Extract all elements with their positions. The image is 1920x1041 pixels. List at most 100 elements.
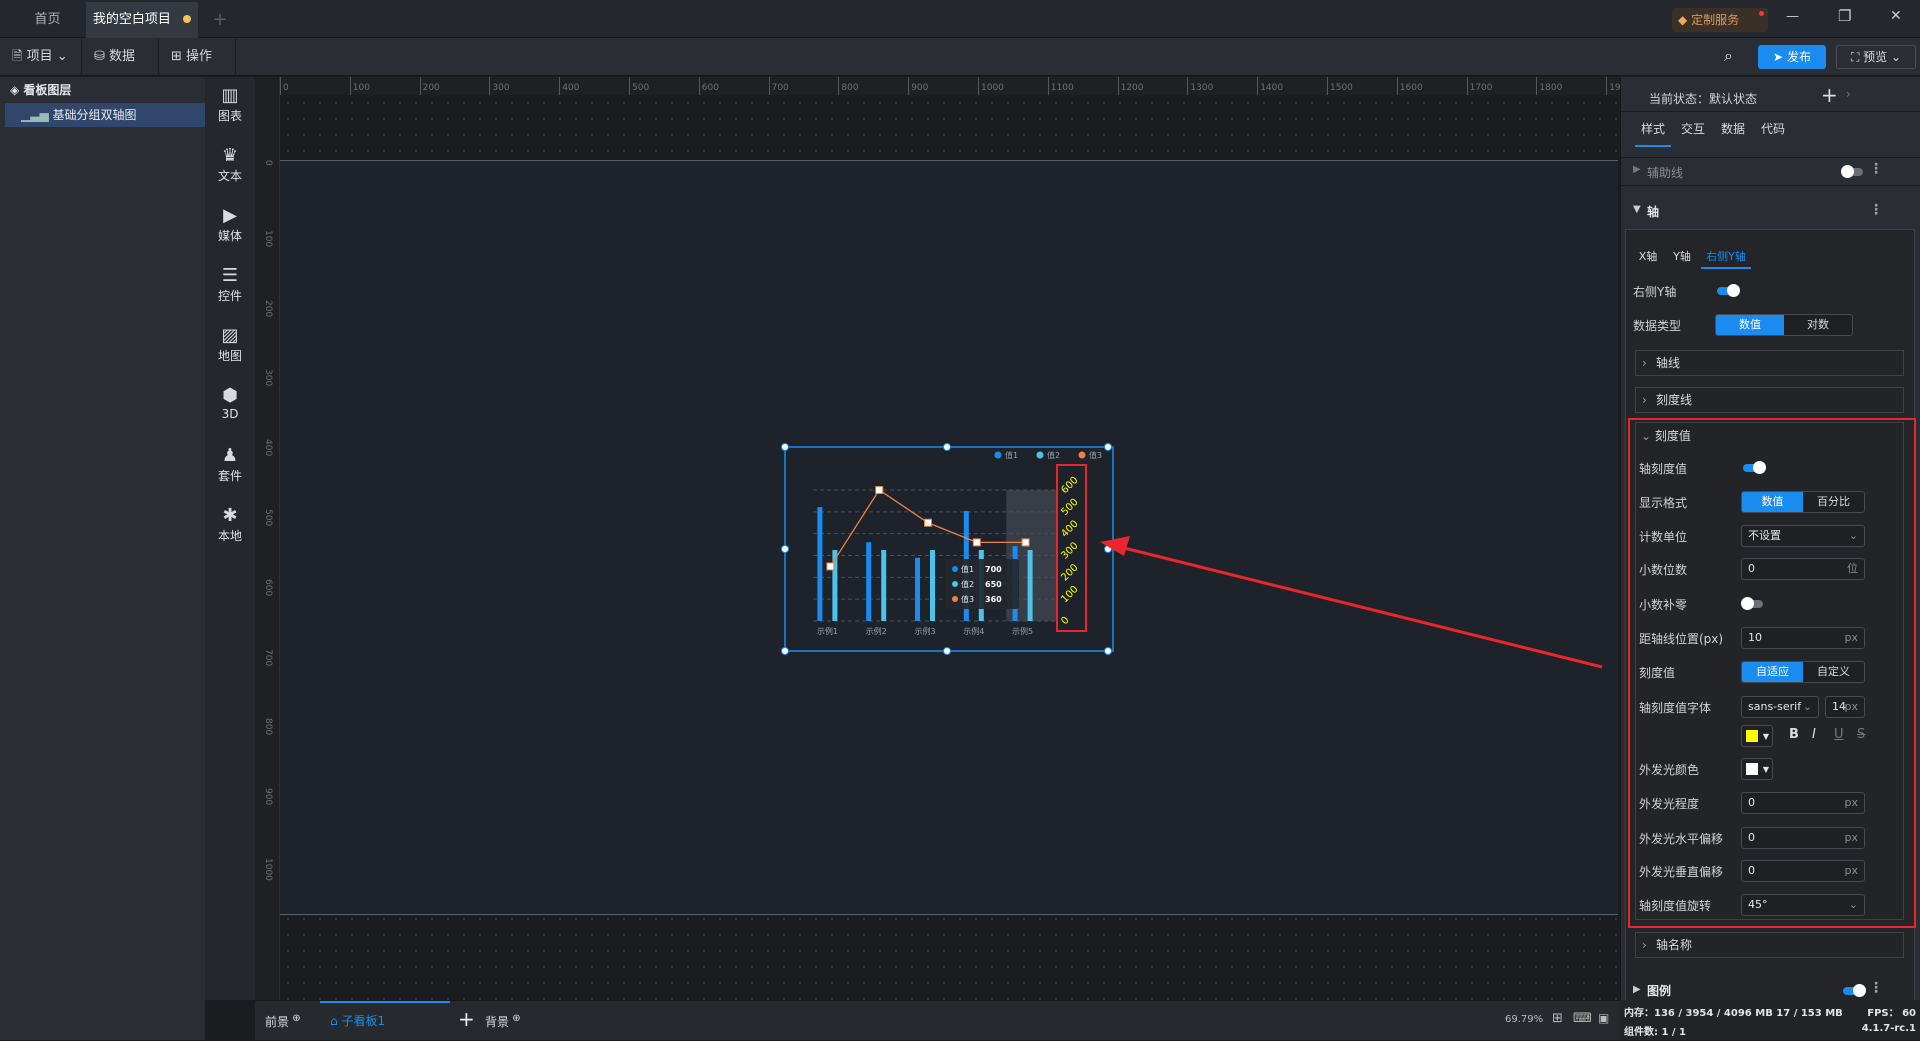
- tool-chart[interactable]: ▥ 图表: [205, 85, 255, 124]
- bar-value1[interactable]: [866, 542, 872, 621]
- tool-suite[interactable]: ♟ 套件: [205, 445, 255, 484]
- rotate-select[interactable]: 45° ⌄: [1741, 894, 1865, 916]
- chevron-right-icon[interactable]: ›: [1846, 87, 1851, 101]
- format-segment[interactable]: 数值 百分比: [1741, 491, 1865, 513]
- pad_zero-toggle[interactable]: [1741, 597, 1763, 610]
- resize-handle[interactable]: [1104, 443, 1112, 451]
- bar-value1[interactable]: [915, 557, 920, 621]
- legend-label[interactable]: 值3: [1089, 450, 1102, 460]
- panel-tab[interactable]: 交互: [1675, 115, 1711, 147]
- bold-button[interactable]: B: [1789, 727, 1799, 742]
- panel-tab[interactable]: 代码: [1755, 115, 1791, 147]
- legend-label[interactable]: 值1: [1005, 450, 1018, 460]
- guides-section[interactable]: ▶ 辅助线 ⋮: [1621, 157, 1920, 186]
- restore-button[interactable]: ❐: [1838, 7, 1851, 25]
- bar-value2[interactable]: [881, 550, 887, 621]
- line-point[interactable]: [875, 486, 884, 494]
- foreground-tab[interactable]: 前景 ⊕: [265, 1013, 301, 1030]
- axis-tab[interactable]: 右侧Y轴: [1701, 247, 1751, 269]
- data-type-segment[interactable]: 数值 对数: [1715, 314, 1853, 336]
- background-tab[interactable]: 背景 ⊕: [485, 1013, 521, 1030]
- legend-section[interactable]: ▶ 图例 ⋮: [1621, 977, 1920, 1000]
- glow_color-picker[interactable]: ▼: [1741, 758, 1773, 780]
- resize-handle[interactable]: [781, 647, 789, 655]
- tab-project[interactable]: 我的空白项目: [86, 2, 198, 38]
- panel-tab[interactable]: 数据: [1715, 115, 1751, 147]
- project-menu[interactable]: 🗎 项目 ⌄: [0, 38, 82, 76]
- bar-value2[interactable]: [832, 550, 838, 621]
- axis-section-header[interactable]: ▼ 轴 ⋮: [1621, 197, 1920, 227]
- line-point[interactable]: [826, 562, 835, 571]
- axis-line-section[interactable]: › 轴线: [1635, 350, 1904, 376]
- tool-map[interactable]: ▨ 地图: [205, 325, 255, 364]
- close-button[interactable]: ✕: [1890, 8, 1902, 24]
- font-size-input[interactable]: 14 px: [1825, 696, 1865, 718]
- resize-handle[interactable]: [943, 443, 951, 451]
- dual-axis-chart[interactable]: 0 100200300400500600 示例1 示例2 示例3 示例4 示例5 值1 值2 值3…: [780, 440, 1120, 660]
- tab-home[interactable]: 首页: [10, 2, 85, 38]
- offset-input[interactable]: 10 px: [1741, 627, 1865, 649]
- legend-toggle[interactable]: [1843, 984, 1866, 997]
- font-color-picker[interactable]: ▼: [1741, 725, 1773, 747]
- resize-handle[interactable]: [943, 647, 951, 655]
- line-point[interactable]: [924, 518, 932, 527]
- horizontal-ruler[interactable]: 0 100 200 300 400 500 600 700 800 900 1000 1100 1200…: [280, 77, 1632, 95]
- resize-handle[interactable]: [781, 443, 789, 451]
- publish-button[interactable]: ➤ 发布: [1758, 45, 1826, 69]
- line-point[interactable]: [972, 538, 981, 547]
- bar-value2[interactable]: [1027, 550, 1033, 621]
- tool-puzzle[interactable]: ✱ 本地: [205, 505, 255, 544]
- resize-handle[interactable]: [1104, 545, 1112, 553]
- unit-select[interactable]: 不设置 ⌄: [1741, 525, 1865, 547]
- legend-label[interactable]: 值2: [1047, 450, 1060, 460]
- zoom-level[interactable]: 69.79%: [1505, 1014, 1543, 1025]
- axis-tab[interactable]: Y轴: [1667, 247, 1697, 269]
- data-menu[interactable]: ⛁ 数据 ⌄: [82, 38, 159, 102]
- right-y-toggle[interactable]: [1717, 284, 1740, 297]
- panel-tab[interactable]: 样式: [1635, 115, 1671, 147]
- operate-menu[interactable]: ⊞ 操作 ⌄: [159, 38, 236, 102]
- data-type-value[interactable]: 数值: [1716, 315, 1784, 335]
- axis-name-section[interactable]: › 轴名称: [1635, 932, 1904, 958]
- vertical-ruler[interactable]: 0 100 200 300 400 500 600 700 800 900 1000: [255, 77, 280, 1000]
- add-circle-icon[interactable]: ⊕: [289, 1013, 300, 1024]
- more-icon[interactable]: ⋮: [1869, 980, 1883, 996]
- italic-button[interactable]: I: [1812, 727, 1816, 742]
- bar-value2[interactable]: [930, 550, 935, 621]
- data-type-log[interactable]: 对数: [1784, 315, 1852, 335]
- more-icon[interactable]: ⋮: [1869, 161, 1883, 177]
- resize-handle[interactable]: [1104, 647, 1112, 655]
- decimals-input[interactable]: 0位: [1741, 558, 1865, 580]
- add-board-button[interactable]: +: [458, 1007, 475, 1031]
- preview-button[interactable]: ⛶ 预览 ⌄: [1836, 45, 1916, 69]
- add-circle-icon[interactable]: ⊕: [509, 1013, 520, 1024]
- mode-option[interactable]: 自定义: [1803, 662, 1864, 682]
- add-state-button[interactable]: +: [1821, 83, 1838, 107]
- guides-toggle[interactable]: [1841, 165, 1863, 178]
- tool-cube[interactable]: ⬢ 3D: [205, 385, 255, 421]
- search-icon[interactable]: ⌕: [1724, 46, 1733, 66]
- glow_y-input[interactable]: 0 px: [1741, 860, 1865, 882]
- layer-item[interactable]: ▁▃▅ 基础分组双轴图: [5, 103, 205, 127]
- bar-value1[interactable]: [817, 507, 823, 621]
- terminal-icon[interactable]: ▣: [1598, 1011, 1609, 1025]
- keyboard-icon[interactable]: ⌨: [1573, 1011, 1592, 1026]
- resize-handle[interactable]: [781, 545, 789, 553]
- tool-text[interactable]: ♛ 文本: [205, 145, 255, 184]
- tool-widget[interactable]: ☰ 控件: [205, 265, 255, 304]
- underline-button[interactable]: U: [1834, 727, 1844, 742]
- format-option[interactable]: 百分比: [1803, 492, 1864, 512]
- glow_x-input[interactable]: 0 px: [1741, 827, 1865, 849]
- subboard-tab[interactable]: ⌂ 子看板1: [320, 1001, 450, 1041]
- glow-input[interactable]: 0 px: [1741, 792, 1865, 814]
- minimize-button[interactable]: —: [1786, 9, 1799, 24]
- tick-line-section[interactable]: › 刻度线: [1635, 387, 1904, 413]
- font-family-select[interactable]: sans-serif ⌄: [1741, 696, 1819, 718]
- custom-service-button[interactable]: ◆ 定制服务: [1672, 8, 1768, 32]
- strike-button[interactable]: S: [1857, 727, 1865, 742]
- tool-media[interactable]: ▶ 媒体: [205, 205, 255, 244]
- add-tab-button[interactable]: +: [205, 2, 235, 38]
- mode-option[interactable]: 自适应: [1742, 662, 1803, 682]
- more-icon[interactable]: ⋮: [1869, 202, 1883, 218]
- fit-icon[interactable]: ⊞: [1552, 1011, 1563, 1026]
